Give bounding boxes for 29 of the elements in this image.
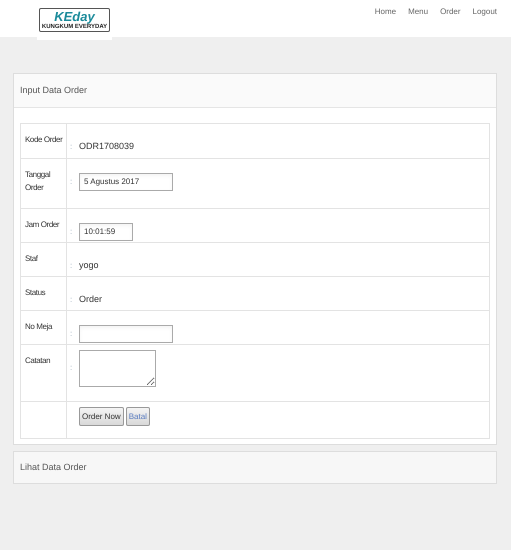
nav-link[interactable]: Home: [374, 6, 396, 18]
field-label: Staf: [25, 253, 39, 265]
colon-separator: :: [70, 227, 72, 236]
field-label: No Meja: [25, 321, 54, 333]
nav-link[interactable]: Menu: [408, 6, 428, 18]
field-label: Jam Order: [25, 219, 60, 231]
order-now-button[interactable]: Order Now: [79, 407, 124, 426]
colon-separator: :: [70, 329, 72, 338]
textarea-field[interactable]: [79, 350, 156, 387]
field-label: Kode Order: [25, 134, 64, 146]
colon-separator: :: [70, 142, 72, 151]
panel-title: Lihat Data Order: [20, 460, 87, 474]
input-field[interactable]: 10:01:59: [79, 222, 133, 240]
input-field[interactable]: [79, 324, 173, 342]
cancel-button[interactable]: Batal: [126, 407, 150, 426]
colon-separator: :: [70, 363, 72, 372]
field-label: Status: [25, 287, 46, 299]
nav-link[interactable]: Order: [440, 6, 461, 18]
field-label: Catatan: [25, 355, 52, 367]
field-value: yogo: [79, 260, 99, 270]
nav-link[interactable]: Logout: [472, 6, 497, 18]
colon-separator: :: [70, 177, 72, 186]
panel-title: Input Data Order: [20, 84, 88, 97]
colon-separator: :: [70, 261, 72, 270]
input-field[interactable]: 5 Agustus 2017: [79, 172, 173, 190]
colon-separator: :: [70, 295, 72, 304]
field-label: Tanggal Order: [25, 169, 52, 194]
field-value: Order: [79, 294, 102, 304]
field-value: ODR1708039: [79, 141, 134, 151]
